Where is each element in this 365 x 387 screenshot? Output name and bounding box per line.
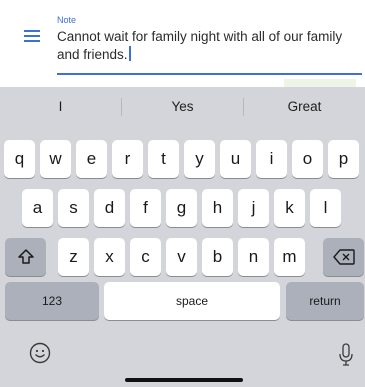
key-n[interactable]: n <box>238 238 269 276</box>
key-z[interactable]: z <box>58 238 89 276</box>
key-l[interactable]: l <box>310 189 341 227</box>
return-key[interactable]: return <box>286 282 364 320</box>
key-j[interactable]: j <box>238 189 269 227</box>
microphone-icon[interactable] <box>338 343 354 367</box>
key-q[interactable]: q <box>4 140 35 178</box>
notes-lines-icon <box>24 30 40 44</box>
key-v[interactable]: v <box>166 238 197 276</box>
note-field[interactable]: Note Cannot wait for family night with a… <box>0 0 365 87</box>
key-x[interactable]: x <box>94 238 125 276</box>
key-g[interactable]: g <box>166 189 197 227</box>
key-t[interactable]: t <box>148 140 179 178</box>
key-k[interactable]: k <box>274 189 305 227</box>
key-y[interactable]: y <box>184 140 215 178</box>
key-o[interactable]: o <box>292 140 323 178</box>
delete-key[interactable] <box>323 238 364 276</box>
key-d[interactable]: d <box>94 189 125 227</box>
key-i[interactable]: i <box>256 140 287 178</box>
key-s[interactable]: s <box>58 189 89 227</box>
key-h[interactable]: h <box>202 189 233 227</box>
text-caret <box>128 46 131 61</box>
suggestion-bar: I Yes Great <box>0 87 365 127</box>
key-a[interactable]: a <box>22 189 53 227</box>
key-m[interactable]: m <box>274 238 305 276</box>
key-w[interactable]: w <box>40 140 71 178</box>
note-accent-strip <box>284 79 356 87</box>
space-key[interactable]: space <box>104 282 280 320</box>
suggestion-1[interactable]: I <box>0 87 121 127</box>
home-indicator <box>125 378 243 382</box>
key-e[interactable]: e <box>76 140 107 178</box>
note-text: Cannot wait for family night with all of… <box>57 29 343 62</box>
shift-arrow-icon <box>17 249 34 264</box>
key-r[interactable]: r <box>112 140 143 178</box>
note-underline <box>57 73 362 75</box>
key-u[interactable]: u <box>220 140 251 178</box>
suggestion-3[interactable]: Great <box>244 87 365 127</box>
key-p[interactable]: p <box>328 140 359 178</box>
shift-key[interactable] <box>5 238 46 276</box>
numbers-key[interactable]: 123 <box>5 282 99 320</box>
keyboard: I Yes Great qwertyuiop asdfghjkl zxcvbnm… <box>0 87 365 387</box>
suggestion-2[interactable]: Yes <box>122 87 243 127</box>
backspace-icon <box>332 249 355 265</box>
note-text-input[interactable]: Cannot wait for family night with all of… <box>57 28 352 64</box>
emoji-icon[interactable] <box>29 342 51 364</box>
key-c[interactable]: c <box>130 238 161 276</box>
key-f[interactable]: f <box>130 189 161 227</box>
note-label: Note <box>57 15 77 25</box>
key-b[interactable]: b <box>202 238 233 276</box>
